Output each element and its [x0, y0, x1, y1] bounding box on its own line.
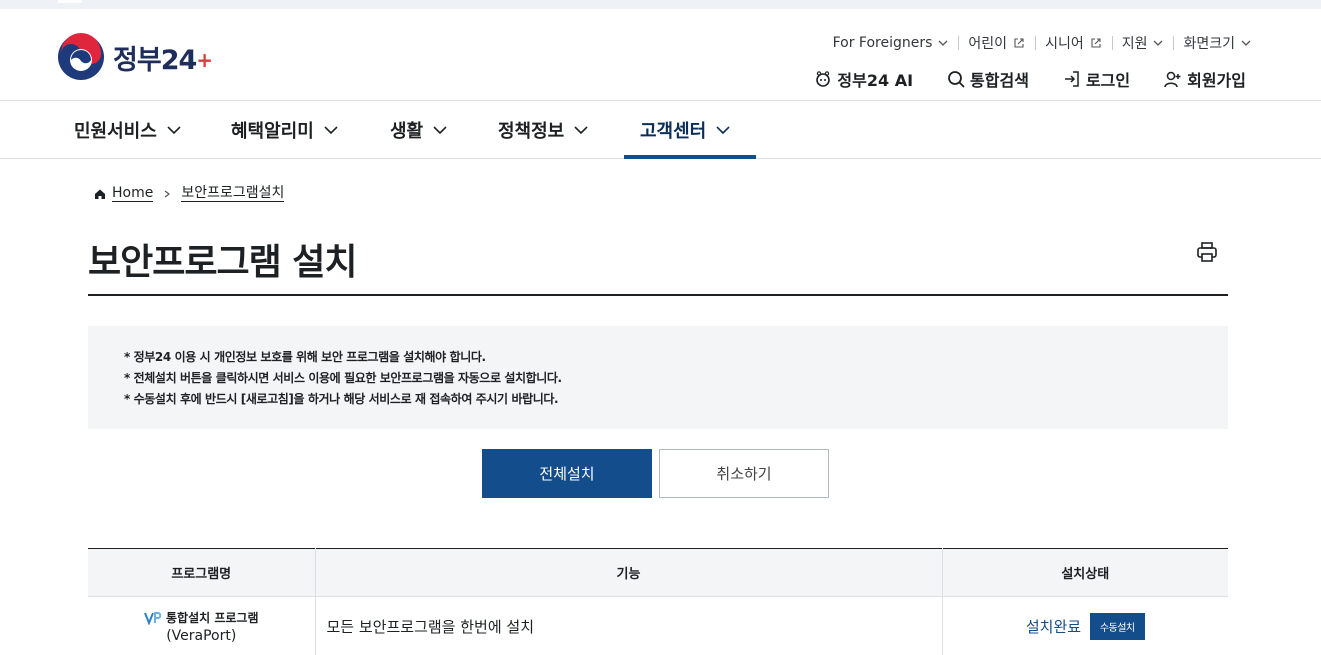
search-button[interactable]: 통합검색	[947, 67, 1029, 91]
util-link-kids[interactable]: 어린이	[958, 33, 1035, 53]
chevron-down-icon	[324, 125, 338, 134]
table-header-row: 프로그램명 기능 설치상태	[88, 548, 1228, 597]
table-row: 통합설치 프로그램 (VeraPort) 모든 보안프로그램을 한번에 설치 설…	[88, 596, 1228, 655]
utility-links: For Foreigners 어린이 시니어 지원 화면크기	[823, 33, 1251, 53]
signup-button[interactable]: 회원가입	[1164, 67, 1246, 91]
page-title: 보안프로그램 설치	[88, 242, 358, 283]
notice-line: * 전체설치 버튼을 클릭하시면 서비스 이용에 필요한 보안프로그램을 자동으…	[124, 371, 562, 385]
notice-line: * 정부24 이용 시 개인정보 보호를 위해 보안 프로그램을 설치해야 합니…	[124, 350, 486, 364]
program-table: 프로그램명 기능 설치상태 통합설치 프로그램 (VeraPort) 모든 보안…	[88, 548, 1228, 655]
external-link-icon	[1014, 38, 1024, 48]
top-strip-tab	[58, 0, 82, 3]
menu-item-civil-service[interactable]: 민원서비스	[74, 101, 181, 158]
breadcrumb-current[interactable]: 보안프로그램설치	[181, 185, 285, 202]
status-text: 설치완료	[1025, 618, 1082, 637]
global-header: 정부24+ For Foreigners 어린이 시니어 지원 화면크기 정부2…	[0, 9, 1321, 101]
chevron-down-icon	[574, 125, 588, 134]
main-menu: 민원서비스 혜택알리미 생활 정책정보 고객센터	[0, 101, 1321, 159]
chevron-down-icon	[167, 125, 181, 134]
ai-bot-icon	[816, 71, 831, 87]
logo-text: 정부24+	[113, 44, 213, 76]
title-row: 보안프로그램 설치	[88, 233, 1228, 296]
action-buttons: 전체설치 취소하기	[482, 449, 829, 498]
chevron-down-icon	[716, 125, 730, 134]
util-link-senior[interactable]: 시니어	[1035, 33, 1112, 53]
veraport-logo-icon	[144, 611, 162, 625]
cancel-button[interactable]: 취소하기	[659, 449, 829, 498]
search-icon	[948, 71, 965, 88]
notice-box: * 정부24 이용 시 개인정보 보호를 위해 보안 프로그램을 설치해야 합니…	[88, 326, 1228, 429]
cell-function: 모든 보안프로그램을 한번에 설치	[314, 596, 942, 655]
header-install-status: 설치상태	[941, 548, 1228, 597]
site-logo[interactable]: 정부24+	[57, 33, 213, 81]
breadcrumb: Home 보안프로그램설치	[94, 185, 285, 202]
util-link-screen-size[interactable]: 화면크기	[1173, 33, 1251, 53]
menu-item-customer-center[interactable]: 고객센터	[623, 101, 757, 159]
chevron-down-icon	[1154, 40, 1163, 46]
menu-item-life[interactable]: 생활	[390, 101, 447, 158]
notice-line: * 수동설치 후에 반드시 [새로고침]을 하거나 해당 서비스로 재 접속하여…	[124, 392, 559, 406]
login-button[interactable]: 로그인	[1063, 67, 1130, 91]
home-icon	[95, 189, 105, 199]
menu-item-policy[interactable]: 정책정보	[498, 101, 588, 158]
install-all-button[interactable]: 전체설치	[482, 449, 652, 498]
ai-button[interactable]: 정부24 AI	[814, 67, 913, 91]
taegeuk-logo-icon	[58, 33, 104, 80]
header-function: 기능	[314, 548, 942, 597]
menu-item-benefits[interactable]: 혜택알리미	[231, 101, 338, 158]
logo-plus-icon: +	[196, 47, 213, 72]
util-link-foreigners[interactable]: For Foreigners	[823, 35, 959, 51]
login-icon	[1064, 71, 1079, 87]
chevron-down-icon	[433, 125, 447, 134]
cell-install-status: 설치완료 수동설치	[941, 596, 1228, 655]
header-program-name: 프로그램명	[88, 548, 315, 597]
external-link-icon	[1091, 38, 1101, 48]
chevron-down-icon	[1241, 40, 1251, 46]
chevron-down-icon	[938, 40, 948, 46]
cell-program-name: 통합설치 프로그램 (VeraPort)	[88, 597, 315, 655]
print-icon[interactable]	[1196, 241, 1218, 263]
util-link-support[interactable]: 지원	[1111, 33, 1174, 53]
add-user-icon	[1164, 71, 1181, 88]
main-utility: 정부24 AI 통합검색 로그인 회원가입	[780, 67, 1246, 91]
top-strip	[0, 0, 1321, 9]
chevron-right-icon	[164, 190, 171, 197]
manual-install-button[interactable]: 수동설치	[1089, 613, 1145, 641]
breadcrumb-home[interactable]: Home	[112, 185, 154, 202]
